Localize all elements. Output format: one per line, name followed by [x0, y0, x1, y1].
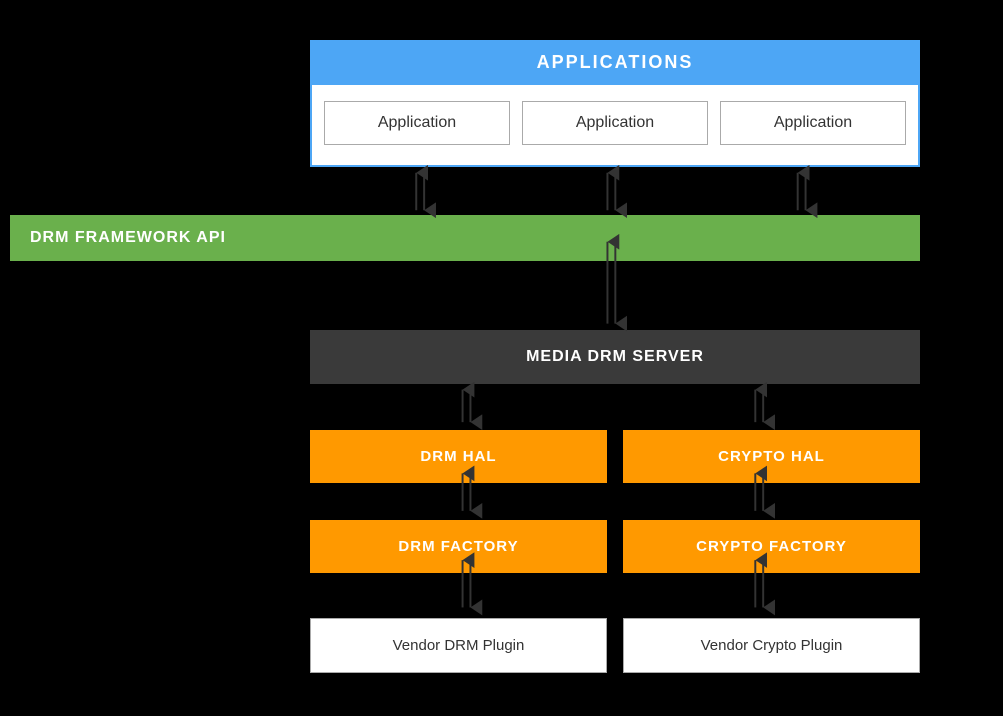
- factory-row: DRM FACTORY CRYPTO FACTORY: [310, 520, 920, 573]
- drm-factory-box: DRM FACTORY: [310, 520, 607, 573]
- drm-framework-label: DRM FRAMEWORK API: [30, 229, 226, 247]
- app-box-2: Application: [522, 101, 708, 145]
- drm-framework-bar: DRM FRAMEWORK API: [10, 215, 920, 261]
- crypto-hal-box: CRYPTO HAL: [623, 430, 920, 483]
- app-box-3: Application: [720, 101, 906, 145]
- media-drm-server-label: MEDIA DRM SERVER: [526, 348, 704, 365]
- media-drm-server-bar: MEDIA DRM SERVER: [310, 330, 920, 384]
- applications-header: APPLICATIONS: [310, 40, 920, 85]
- vendor-crypto-plugin-box: Vendor Crypto Plugin: [623, 618, 920, 673]
- hal-row: DRM HAL CRYPTO HAL: [310, 430, 920, 483]
- drm-hal-box: DRM HAL: [310, 430, 607, 483]
- diagram-container: APPLICATIONS Application Application App…: [10, 20, 993, 706]
- app-box-1: Application: [324, 101, 510, 145]
- applications-body: Application Application Application: [310, 85, 920, 167]
- applications-block: APPLICATIONS Application Application App…: [310, 40, 920, 167]
- vendor-row: Vendor DRM Plugin Vendor Crypto Plugin: [310, 618, 920, 673]
- crypto-factory-box: CRYPTO FACTORY: [623, 520, 920, 573]
- vendor-drm-plugin-box: Vendor DRM Plugin: [310, 618, 607, 673]
